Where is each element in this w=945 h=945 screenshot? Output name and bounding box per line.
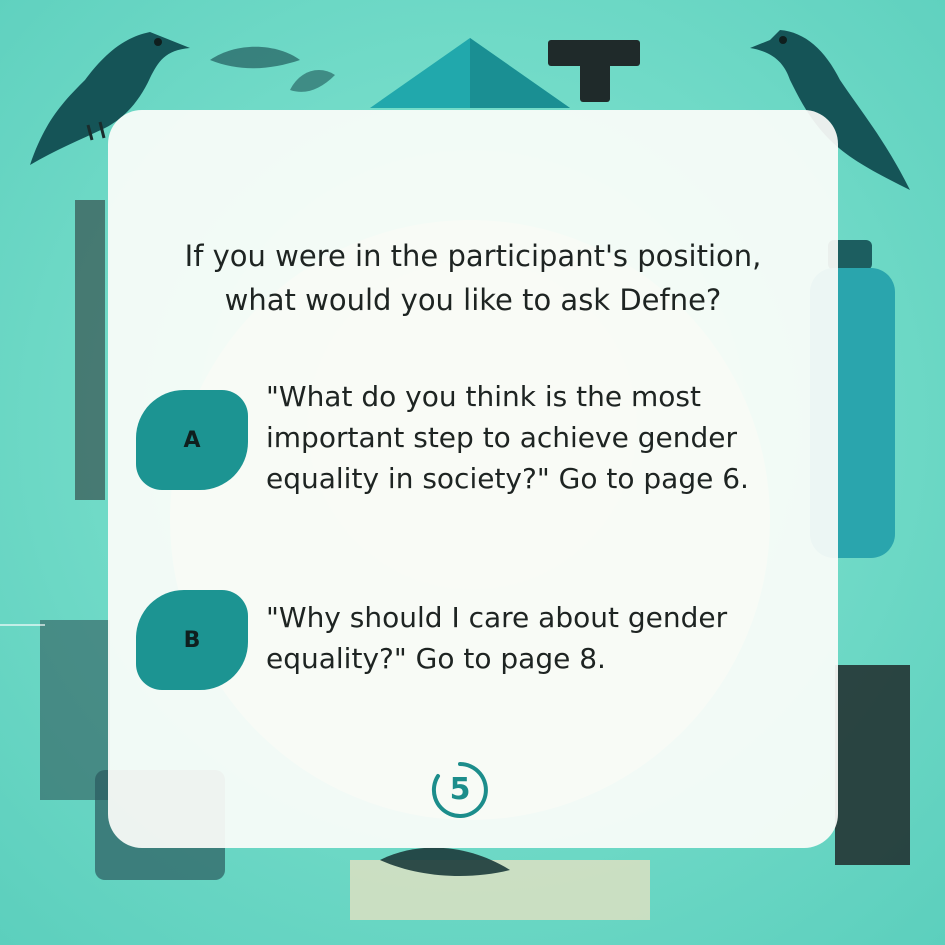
- option-b-button[interactable]: B: [136, 590, 248, 690]
- question-text: If you were in the participant's positio…: [108, 234, 838, 322]
- option-a-button[interactable]: A: [136, 390, 248, 490]
- page-number: 5: [449, 772, 471, 807]
- page-number-badge: 5: [428, 758, 492, 822]
- option-b-letter: B: [183, 627, 201, 653]
- option-a-line-1: "What do you think is the most: [266, 380, 701, 413]
- option-a-line-2: important step to achieve gender: [266, 421, 737, 454]
- option-b-line-2: equality?" Go to page 8.: [266, 642, 606, 675]
- triangle-icon: [370, 38, 570, 108]
- option-a-text[interactable]: "What do you think is the most important…: [266, 376, 826, 499]
- option-b-line-1: "Why should I care about gender: [266, 601, 728, 634]
- question-line-1: If you were in the participant's positio…: [184, 239, 762, 273]
- question-line-2: what would you like to ask Defne?: [224, 283, 722, 317]
- option-a-line-3: equality in society?" Go to page 6.: [266, 462, 749, 495]
- option-a-letter: A: [183, 427, 201, 453]
- option-b-text[interactable]: "Why should I care about gender equality…: [266, 597, 826, 679]
- question-card: If you were in the participant's positio…: [108, 110, 838, 848]
